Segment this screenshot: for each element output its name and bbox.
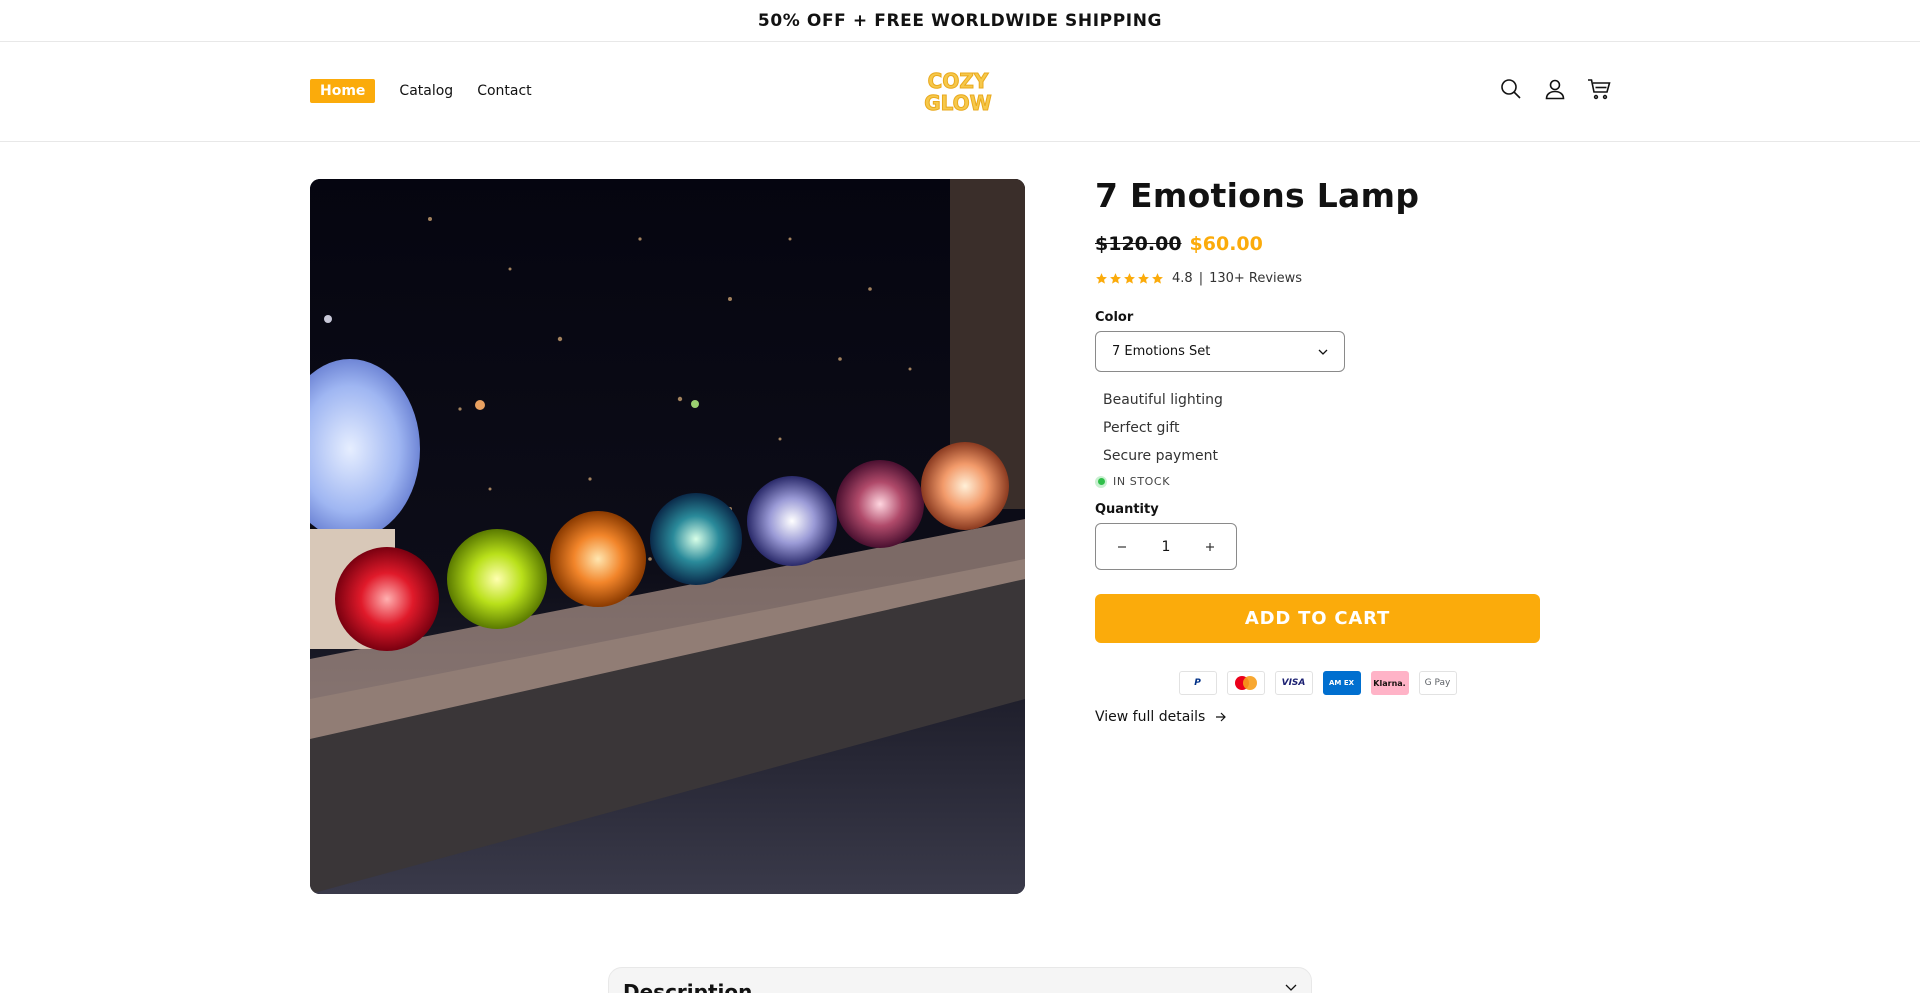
mastercard-icon xyxy=(1226,671,1265,695)
plus-icon xyxy=(1205,543,1214,551)
color-selected-value: 7 Emotions Set xyxy=(1112,344,1211,359)
price-old: $120.00 xyxy=(1095,233,1182,255)
feature-item: Beautiful lighting xyxy=(1103,392,1223,408)
stock-status: IN STOCK xyxy=(1095,475,1540,488)
announcement-text: 50% OFF + FREE WORLDWIDE SHIPPING xyxy=(757,10,1163,31)
klarna-icon: Klarna. xyxy=(1370,671,1409,695)
stock-text: IN STOCK xyxy=(1113,475,1171,488)
logo-line-2: GLOW xyxy=(924,91,992,114)
nav-home[interactable]: Home xyxy=(310,79,376,103)
site-logo[interactable]: COZY GLOW xyxy=(922,66,994,116)
description-heading: Description xyxy=(623,980,753,993)
feature-item: Secure payment xyxy=(1103,448,1218,464)
nav-catalog[interactable]: Catalog xyxy=(399,83,453,99)
site-header: Home Catalog Contact COZY GLOW xyxy=(0,42,1920,142)
add-to-cart-button[interactable]: ADD TO CART xyxy=(1095,594,1540,643)
color-label: Color xyxy=(1095,310,1134,325)
product-image[interactable] xyxy=(310,179,1025,894)
visa-icon: VISA xyxy=(1274,671,1313,695)
amex-icon: AM EX xyxy=(1322,671,1361,695)
price-block: $120.00 $60.00 xyxy=(1095,233,1540,255)
rating-row[interactable]: 4.8 | 130+ Reviews xyxy=(1095,271,1540,286)
nav-contact[interactable]: Contact xyxy=(477,83,531,99)
search-icon[interactable] xyxy=(1496,74,1526,104)
star-half-icon xyxy=(1152,273,1163,284)
cart-icon[interactable] xyxy=(1584,74,1614,104)
quantity-label: Quantity xyxy=(1095,502,1159,517)
quantity-input[interactable]: 1 xyxy=(1162,539,1171,555)
feature-item: Perfect gift xyxy=(1103,420,1180,436)
announcement-bar: 50% OFF + FREE WORLDWIDE SHIPPING xyxy=(0,0,1920,42)
star-icon xyxy=(1110,273,1121,284)
description-accordion[interactable]: Description xyxy=(608,967,1312,993)
star-icon xyxy=(1096,273,1107,284)
stock-indicator-icon xyxy=(1095,475,1107,488)
google-pay-icon: G Pay xyxy=(1418,671,1457,695)
payment-icons: P VISA AM EX Klarna. G Pay xyxy=(1095,671,1540,695)
quantity-stepper: 1 xyxy=(1095,523,1237,570)
color-select[interactable]: 7 Emotions Set xyxy=(1095,331,1345,372)
chevron-down-icon xyxy=(1285,984,1297,991)
view-full-details-text: View full details xyxy=(1095,709,1206,725)
product-title: 7 Emotions Lamp xyxy=(1095,176,1420,215)
feature-list: Beautiful lighting Perfect gift Secure p… xyxy=(1095,386,1540,470)
star-icon xyxy=(1124,273,1135,284)
star-rating xyxy=(1095,272,1164,285)
header-icons xyxy=(1496,74,1614,104)
rating-separator: | xyxy=(1198,271,1204,286)
product-info: 7 Emotions Lamp $120.00 $60.00 4.8 | 130… xyxy=(1095,176,1540,725)
main-nav: Home Catalog Contact xyxy=(310,79,532,103)
star-icon xyxy=(1138,273,1149,284)
account-icon[interactable] xyxy=(1540,74,1570,104)
quantity-increase-button[interactable] xyxy=(1200,537,1220,556)
review-count: 130+ Reviews xyxy=(1209,271,1303,286)
paypal-icon: P xyxy=(1178,671,1217,695)
minus-icon xyxy=(1118,546,1126,548)
rating-value: 4.8 xyxy=(1172,271,1193,286)
view-full-details-link[interactable]: View full details xyxy=(1095,709,1540,725)
chevron-down-icon xyxy=(1318,349,1328,355)
quantity-decrease-button[interactable] xyxy=(1112,537,1132,556)
price-sale: $60.00 xyxy=(1189,233,1263,255)
logo-line-1: COZY xyxy=(928,69,989,93)
arrow-right-icon xyxy=(1216,712,1227,722)
